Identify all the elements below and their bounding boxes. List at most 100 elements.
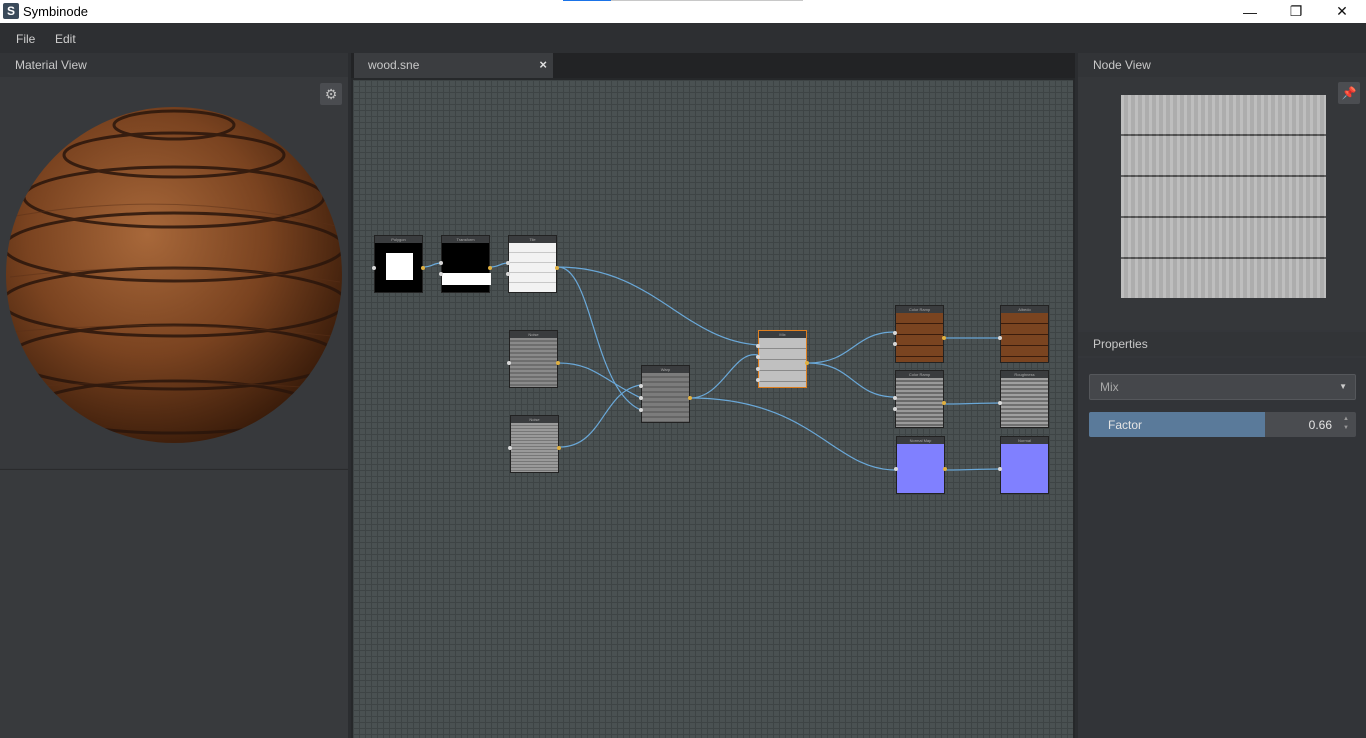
node-output-port[interactable] (555, 266, 559, 270)
node-tile[interactable]: Tile (506, 235, 559, 293)
node-preview (511, 423, 558, 472)
material-preview-viewport[interactable]: ⚙ (0, 77, 348, 468)
close-window-button[interactable]: ✕ (1319, 0, 1365, 23)
title-accent-bar-secondary (611, 0, 803, 1)
material-view-panel: Material View ⚙ (0, 53, 348, 738)
node-graph-canvas[interactable]: Polygon Transform Tile Noise Noise Warp … (353, 80, 1073, 738)
node-noise-1[interactable]: Noise (507, 330, 560, 388)
node-title: Color Ramp (896, 371, 943, 378)
node-title: Noise (511, 416, 558, 423)
node-output-port[interactable] (943, 467, 947, 471)
spin-arrows-icon[interactable]: ▲ ▼ (1343, 415, 1349, 433)
node-output-port[interactable] (421, 266, 425, 270)
node-output-port[interactable] (488, 266, 492, 270)
node-roughness[interactable]: Roughness (998, 370, 1049, 428)
close-tab-icon[interactable]: × (539, 53, 547, 77)
node-input-port[interactable] (639, 396, 643, 400)
node-preview (375, 243, 422, 292)
node-input-port[interactable] (893, 331, 897, 335)
node-input-port[interactable] (998, 467, 1002, 471)
node-preview-texture (1121, 95, 1326, 298)
node-input-port[interactable] (507, 361, 511, 365)
node-preview (896, 378, 943, 427)
node-output-port[interactable] (805, 361, 809, 365)
tab-wood-sne[interactable]: wood.sne × (354, 53, 553, 78)
editor-tab-bar: wood.sne × (351, 53, 1075, 78)
node-input-port[interactable] (506, 272, 510, 276)
node-title: Albedo (1001, 306, 1048, 313)
material-sphere (6, 107, 342, 443)
maximize-button[interactable]: ❐ (1273, 0, 1319, 23)
gear-icon[interactable]: ⚙ (320, 83, 342, 105)
node-preview (896, 313, 943, 362)
node-title: Tile (509, 236, 556, 243)
chevron-down-icon: ▼ (1339, 382, 1347, 391)
node-title: Normal (1001, 437, 1048, 444)
pin-icon[interactable]: 📌 (1338, 82, 1360, 104)
node-color-ramp-2[interactable]: Color Ramp (893, 370, 946, 428)
node-color-ramp-1[interactable]: Color Ramp (893, 305, 946, 363)
node-input-port[interactable] (506, 261, 510, 265)
node-preview (642, 373, 689, 422)
node-normal[interactable]: Normal (998, 436, 1049, 494)
node-normal-map[interactable]: Normal Map (894, 436, 947, 494)
node-mix[interactable]: Mix (756, 330, 809, 388)
node-input-port[interactable] (508, 446, 512, 450)
node-input-port[interactable] (893, 396, 897, 400)
node-title: Mix (759, 331, 806, 338)
node-input-port[interactable] (893, 342, 897, 346)
menu-file[interactable]: File (16, 32, 35, 46)
node-type-value: Mix (1100, 380, 1119, 394)
node-input-port[interactable] (894, 467, 898, 471)
node-title: Color Ramp (896, 306, 943, 313)
node-preview (510, 338, 557, 387)
node-title: Roughness (1001, 371, 1048, 378)
node-type-select[interactable]: Mix ▼ (1089, 374, 1356, 400)
menu-edit[interactable]: Edit (55, 32, 76, 46)
tab-label: wood.sne (368, 58, 420, 72)
node-input-port[interactable] (998, 401, 1002, 405)
node-input-port[interactable] (893, 407, 897, 411)
node-input-port[interactable] (756, 378, 760, 382)
node-albedo[interactable]: Albedo (998, 305, 1049, 363)
node-preview (1001, 378, 1048, 427)
node-output-port[interactable] (557, 446, 561, 450)
node-preview (1001, 313, 1048, 362)
node-preview-viewport[interactable]: 📌 (1078, 77, 1366, 330)
node-polygon[interactable]: Polygon (372, 235, 425, 293)
node-output-port[interactable] (942, 336, 946, 340)
title-accent-bar (563, 0, 611, 1)
title-bar: S Symbinode — ❐ ✕ (0, 0, 1366, 23)
left-lower-area (0, 469, 348, 738)
factor-value: 0.66 (1308, 418, 1332, 432)
node-input-port[interactable] (756, 355, 760, 359)
minimize-button[interactable]: — (1227, 0, 1273, 23)
node-title: Warp (642, 366, 689, 373)
node-input-port[interactable] (439, 272, 443, 276)
node-warp[interactable]: Warp (639, 365, 692, 423)
node-input-port[interactable] (756, 367, 760, 371)
node-output-port[interactable] (942, 401, 946, 405)
node-title: Polygon (375, 236, 422, 243)
node-input-port[interactable] (756, 344, 760, 348)
menu-bar: File Edit (0, 23, 1366, 53)
node-preview (759, 338, 806, 387)
material-view-header: Material View (0, 53, 348, 77)
properties-header: Properties (1078, 332, 1366, 356)
node-output-port[interactable] (688, 396, 692, 400)
node-editor-area: wood.sne × Polygon Transform Tile Noise … (351, 53, 1075, 738)
node-output-port[interactable] (556, 361, 560, 365)
node-preview (1001, 444, 1048, 493)
node-preview (897, 444, 944, 493)
node-input-port[interactable] (372, 266, 376, 270)
node-noise-2[interactable]: Noise (508, 415, 561, 473)
node-input-port[interactable] (998, 336, 1002, 340)
factor-slider[interactable]: Factor 0.66 ▲ ▼ (1089, 412, 1356, 437)
node-transform[interactable]: Transform (439, 235, 492, 293)
node-input-port[interactable] (639, 384, 643, 388)
node-input-port[interactable] (639, 408, 643, 412)
node-title: Noise (510, 331, 557, 338)
node-preview (442, 243, 491, 292)
node-title: Transform (442, 236, 489, 243)
node-input-port[interactable] (439, 261, 443, 265)
